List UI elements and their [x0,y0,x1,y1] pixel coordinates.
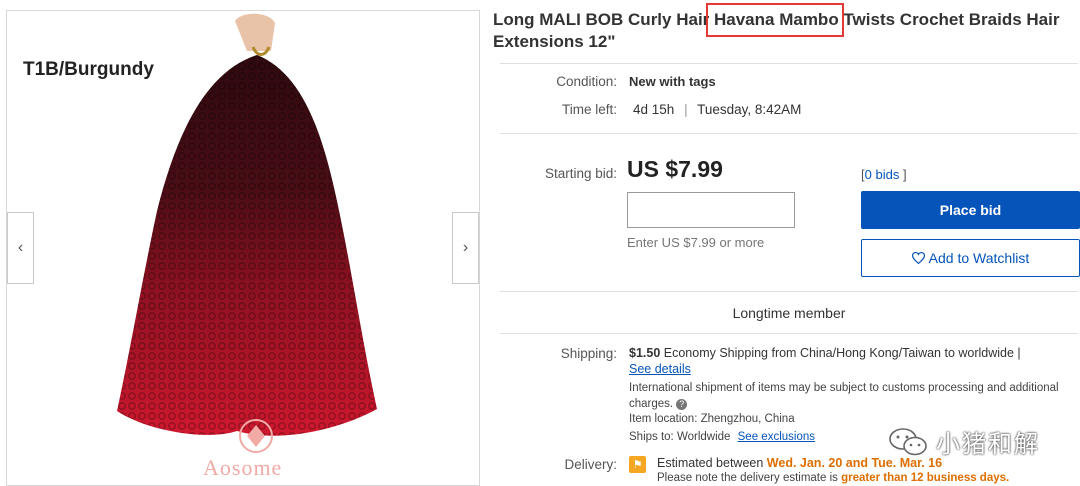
time-left-label: Time left: [561,102,617,117]
customs-note-text: International shipment of items may be s… [629,382,1059,410]
condition-value: New with tags [629,74,716,89]
shipping-method: Economy Shipping from China/Hong Kong/Ta… [663,346,1021,360]
starting-bid-price: US $7.99 [627,156,723,182]
see-exclusions-link[interactable]: See exclusions [738,431,815,443]
item-location: Item location: Zhengzhou, China [629,413,795,425]
previous-image-button[interactable]: ‹ [7,212,34,284]
bid-amount-input[interactable] [627,192,795,228]
bid-count-bracket-close: ] [902,167,907,182]
wechat-icon [889,427,927,455]
shipping-summary: $1.50 Economy Shipping from China/Hong K… [629,346,1021,360]
brand-watermark: Aosome [203,455,283,480]
product-image-gallery[interactable]: T1B/Burgundy Aosome ‹ › [6,10,480,486]
next-image-button[interactable]: › [452,212,479,284]
divider [500,63,1078,64]
help-icon[interactable]: ? [676,399,688,410]
delivery-note: Please note the delivery estimate is gre… [657,472,1009,484]
chevron-right-icon: › [462,239,469,256]
item-location-value: Zhengzhou, China [700,413,795,425]
bid-hint: Enter US $7.99 or more [627,235,765,250]
delivery-note-prefix: Please note the delivery estimate is [657,472,838,484]
delivery-estimate-prefix: Estimated between [657,456,764,470]
divider [500,333,1078,334]
shipping-cost: $1.50 [629,346,661,360]
bid-count-link[interactable]: 0 bids [865,167,900,182]
starting-bid-label: Starting bid: [544,166,617,181]
ships-to-value: Worldwide [676,431,731,443]
bid-count: [0 bids ] [861,167,907,182]
ships-to: Ships to: Worldwide See exclusions [629,431,815,443]
ships-to-label: Ships to: [629,431,674,443]
item-location-label: Item location: [629,413,698,425]
shipping-details-row: See details [629,362,691,376]
time-left-duration: 4d 15h [633,102,675,117]
time-left-date: Tuesday, 8:42AM [697,102,802,117]
wechat-watermark: 小猪和解 [888,424,1040,459]
divider [500,291,1078,292]
variant-label: T1B/Burgundy [23,59,154,80]
customs-note: International shipment of items may be s… [629,380,1059,412]
time-left-value: 4d 15h | Tuesday, 8:42AM [633,102,802,117]
divider [500,133,1078,134]
product-photo [117,13,377,453]
delivery-label: Delivery: [564,457,617,472]
heart-icon [911,252,925,264]
place-bid-button[interactable]: Place bid [861,191,1080,229]
wechat-watermark-text: 小猪和解 [936,430,1040,458]
seller-badge: Longtime member [732,305,846,321]
watchlist-label: Add to Watchlist [928,250,1030,266]
shipping-label: Shipping: [560,346,617,361]
delivery-note-emphasis: greater than 12 business days. [841,472,1010,484]
see-details-link[interactable]: See details [629,362,691,376]
add-to-watchlist-button[interactable]: Add to Watchlist [861,239,1080,277]
title-highlight-box [706,3,844,37]
chevron-left-icon: ‹ [17,239,24,256]
delivery-flag-icon: ⚑ [629,456,646,473]
condition-label: Condition: [556,74,617,89]
